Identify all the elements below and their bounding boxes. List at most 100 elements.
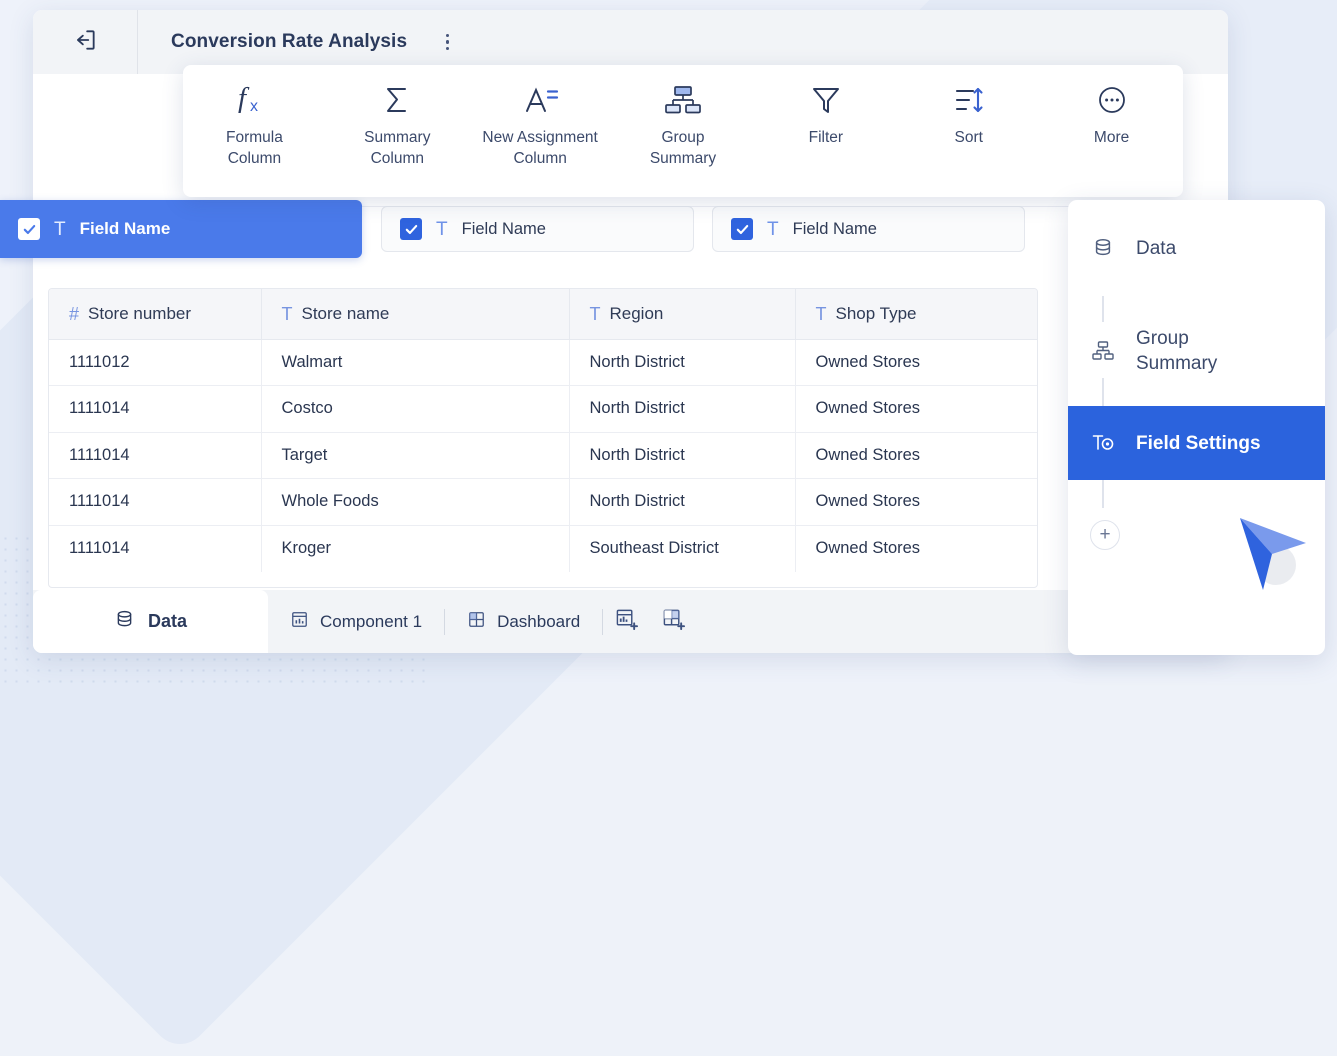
plus-icon: + (1099, 524, 1110, 546)
column-header-store-name[interactable]: T Store name (261, 289, 569, 339)
cell-region[interactable]: North District (569, 386, 795, 433)
svg-text:x: x (250, 98, 258, 115)
sidebar-item-data[interactable]: Data (1068, 200, 1325, 296)
cell-shop-type[interactable]: Owned Stores (795, 479, 1038, 526)
cell-store-name[interactable]: Kroger (261, 525, 569, 572)
cell-store-number[interactable]: 1111014 (49, 525, 261, 572)
cell-store-number[interactable]: 1111012 (49, 339, 261, 386)
cell-store-name[interactable]: Whole Foods (261, 479, 569, 526)
field-chip-label: Field Name (793, 220, 877, 239)
text-type-icon: T (816, 305, 827, 323)
toolbar-label-line1: Summary (364, 127, 430, 148)
sidebar-item-group-summary[interactable]: Group Summary (1068, 296, 1325, 406)
panel-connector-line (1102, 480, 1104, 508)
table-row[interactable]: 1111014 Target North District Owned Stor… (49, 432, 1038, 479)
add-component-button[interactable] (603, 590, 650, 653)
toolbar-label: Filter (809, 127, 843, 148)
add-component-icon (615, 608, 638, 636)
field-chip-selected[interactable]: T Field Name (0, 200, 362, 258)
cell-shop-type[interactable]: Owned Stores (795, 339, 1038, 386)
add-panel-button[interactable]: + (1090, 520, 1120, 550)
sidebar-item-label: Field Settings (1136, 431, 1261, 456)
toolbar-sort[interactable]: Sort (897, 77, 1040, 148)
kebab-menu-icon[interactable] (437, 29, 457, 55)
page-title: Conversion Rate Analysis (171, 31, 407, 53)
field-settings-icon (1090, 431, 1116, 455)
table-row[interactable]: 1111014 Kroger Southeast District Owned … (49, 525, 1038, 572)
back-button[interactable] (33, 10, 138, 74)
toolbar-label-line2: Column (364, 148, 430, 169)
text-type-icon: T (767, 220, 779, 239)
toolbar-summary-column[interactable]: Summary Column (326, 77, 469, 169)
sort-arrows-icon (947, 77, 991, 123)
cell-store-number[interactable]: 1111014 (49, 479, 261, 526)
field-chip-label: Field Name (80, 219, 171, 239)
cell-store-number[interactable]: 1111014 (49, 432, 261, 479)
toolbar-label: More (1094, 127, 1129, 148)
checkbox-checked-icon[interactable] (731, 218, 753, 240)
text-type-icon: T (436, 220, 448, 239)
hash-number-icon: # (69, 305, 79, 323)
toolbar-label-line1: More (1094, 127, 1129, 148)
toolbar-label-line2: Column (482, 148, 597, 169)
field-chip-label: Field Name (462, 220, 546, 239)
toolbar-label-line1: New Assignment (482, 127, 597, 148)
cell-store-number[interactable]: 1111014 (49, 386, 261, 433)
exit-arrow-icon (72, 27, 98, 58)
toolbar-label-line1: Formula (226, 127, 283, 148)
add-dashboard-button[interactable] (650, 590, 697, 653)
cell-region[interactable]: North District (569, 479, 795, 526)
sidebar-label-line2: Summary (1136, 351, 1217, 376)
cell-store-name[interactable]: Target (261, 432, 569, 479)
data-table: # Store number T Store name T Regi (48, 288, 1038, 588)
tab-label: Component 1 (320, 612, 422, 632)
cell-region[interactable]: Southeast District (569, 525, 795, 572)
database-icon (1090, 237, 1116, 259)
cell-region[interactable]: North District (569, 432, 795, 479)
column-header-store-number[interactable]: # Store number (49, 289, 261, 339)
toolbar-label: Formula Column (226, 127, 283, 169)
field-chip[interactable]: T Field Name (381, 206, 694, 252)
cell-shop-type[interactable]: Owned Stores (795, 432, 1038, 479)
column-header-label: Shop Type (836, 304, 917, 324)
cell-shop-type[interactable]: Owned Stores (795, 386, 1038, 433)
cell-shop-type[interactable]: Owned Stores (795, 525, 1038, 572)
toolbar-more[interactable]: More (1040, 77, 1183, 148)
toolbar-formula-column[interactable]: f x Formula Column (183, 77, 326, 169)
cell-store-name[interactable]: Costco (261, 386, 569, 433)
column-header-label: Store number (88, 304, 191, 324)
toolbar-filter[interactable]: Filter (754, 77, 897, 148)
a-equals-icon (517, 77, 563, 123)
sidebar-item-label: Data (1136, 236, 1176, 261)
field-chip[interactable]: T Field Name (712, 206, 1025, 252)
toolbar-new-assignment-column[interactable]: New Assignment Column (469, 77, 612, 169)
toolbar-label: Sort (955, 127, 983, 148)
tab-dashboard[interactable]: Dashboard (445, 590, 602, 653)
cell-store-name[interactable]: Walmart (261, 339, 569, 386)
toolbar-label-line1: Group (650, 127, 716, 148)
sidebar-item-label: Group Summary (1136, 326, 1217, 376)
sigma-icon (377, 77, 417, 123)
text-type-icon: T (590, 305, 601, 323)
sidebar-item-field-settings[interactable]: Field Settings (1068, 406, 1325, 480)
toolbar-label-line2: Column (226, 148, 283, 169)
checkbox-checked-icon[interactable] (400, 218, 422, 240)
dashboard-grid-icon (467, 610, 486, 634)
tab-data[interactable]: Data (33, 590, 268, 653)
toolbar-label-line1: Sort (955, 127, 983, 148)
table-row[interactable]: 1111014 Costco North District Owned Stor… (49, 386, 1038, 433)
table-row[interactable]: 1111014 Whole Foods North District Owned… (49, 479, 1038, 526)
cell-region[interactable]: North District (569, 339, 795, 386)
column-header-shop-type[interactable]: T Shop Type (795, 289, 1038, 339)
right-side-panel: Data Group Summary Field Settings + (1068, 200, 1325, 655)
column-header-region[interactable]: T Region (569, 289, 795, 339)
funnel-icon (806, 77, 846, 123)
column-header-label: Region (610, 304, 664, 324)
toolbar-label: Summary Column (364, 127, 430, 169)
toolbar-group-summary[interactable]: Group Summary (612, 77, 755, 169)
checkbox-checked-icon[interactable] (18, 218, 40, 240)
tab-component-1[interactable]: Component 1 (268, 590, 444, 653)
database-icon (114, 609, 135, 635)
table-header-row: # Store number T Store name T Regi (49, 289, 1038, 339)
table-row[interactable]: 1111012 Walmart North District Owned Sto… (49, 339, 1038, 386)
